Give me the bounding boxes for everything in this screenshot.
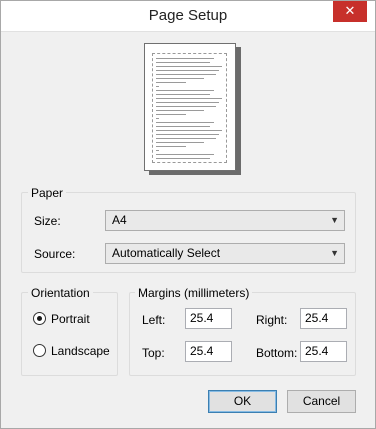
preview-line <box>156 154 214 155</box>
preview-line <box>156 134 219 135</box>
preview-line <box>156 74 216 75</box>
preview-line <box>156 114 186 115</box>
margins-group <box>129 292 356 376</box>
size-select[interactable]: A4 ▼ <box>105 210 345 231</box>
orientation-group <box>21 292 118 376</box>
preview-line <box>156 130 222 131</box>
preview-line <box>156 82 186 83</box>
preview-line <box>156 150 159 151</box>
preview-line <box>156 78 204 79</box>
preview-line <box>156 90 214 91</box>
preview-line <box>156 142 204 143</box>
landscape-label[interactable]: Landscape <box>51 344 110 358</box>
page-setup-dialog: Page Setup ✕ Paper Size: A4 ▼ Source: Au… <box>0 0 376 429</box>
preview-line <box>156 58 214 59</box>
right-margin-label: Right: <box>256 313 288 327</box>
ok-button[interactable]: OK <box>208 390 277 413</box>
preview-line <box>156 138 216 139</box>
preview-line <box>156 126 210 127</box>
window-title: Page Setup <box>148 7 228 24</box>
portrait-label[interactable]: Portrait <box>51 312 90 326</box>
source-select-value: Automatically Select <box>112 246 221 260</box>
preview-line <box>156 106 216 107</box>
margins-group-label: Margins (millimeters) <box>135 286 253 300</box>
landscape-radio[interactable] <box>33 344 46 357</box>
cancel-button[interactable]: Cancel <box>287 390 356 413</box>
left-margin-input[interactable]: 25.4 <box>185 308 232 329</box>
preview-line <box>156 110 204 111</box>
left-margin-label: Left: <box>142 313 166 327</box>
source-select[interactable]: Automatically Select ▼ <box>105 243 345 264</box>
preview-line <box>156 158 210 159</box>
chevron-down-icon: ▼ <box>330 248 339 258</box>
orientation-group-label: Orientation <box>28 286 93 300</box>
preview-line <box>156 86 159 87</box>
preview-line <box>156 62 210 63</box>
preview-line <box>156 118 159 119</box>
preview-line <box>156 66 222 67</box>
preview-line <box>156 98 222 99</box>
preview-line <box>156 146 186 147</box>
preview-line <box>156 94 210 95</box>
preview-line <box>156 122 214 123</box>
size-select-value: A4 <box>112 213 127 227</box>
source-label: Source: <box>34 247 76 261</box>
chevron-down-icon: ▼ <box>330 215 339 225</box>
portrait-radio[interactable] <box>33 312 46 325</box>
paper-group-label: Paper <box>28 186 67 200</box>
bottom-margin-input[interactable]: 25.4 <box>300 341 347 362</box>
title-bar[interactable]: Page Setup ✕ <box>1 1 375 32</box>
right-margin-input[interactable]: 25.4 <box>300 308 347 329</box>
top-margin-label: Top: <box>142 346 165 360</box>
bottom-margin-label: Bottom: <box>256 346 298 360</box>
top-margin-input[interactable]: 25.4 <box>185 341 232 362</box>
size-label: Size: <box>34 214 61 228</box>
close-button[interactable]: ✕ <box>333 1 367 22</box>
preview-line <box>156 102 219 103</box>
preview-line <box>156 70 219 71</box>
close-icon: ✕ <box>344 3 356 18</box>
